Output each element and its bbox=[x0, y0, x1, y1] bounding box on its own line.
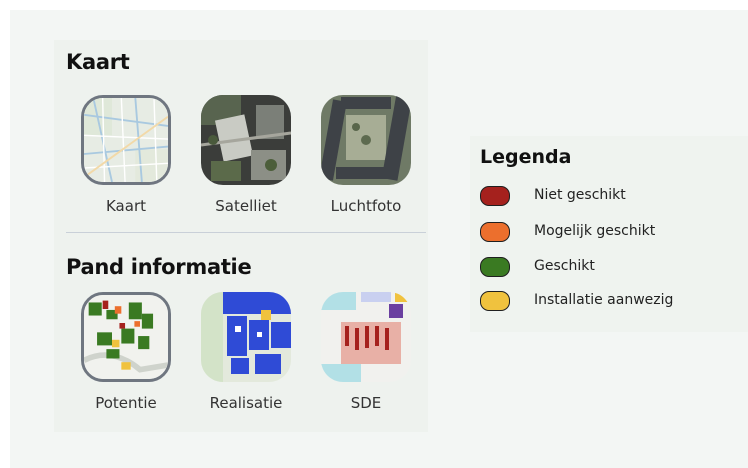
realisation-map-thumbnail bbox=[201, 292, 291, 382]
pand-option-label: Realisatie bbox=[209, 394, 283, 412]
map-option-label: Luchtfoto bbox=[330, 197, 402, 215]
aerial-photo-thumbnail bbox=[321, 95, 411, 185]
pand-informatie-section-title: Pand informatie bbox=[66, 255, 252, 279]
potential-map-thumbnail bbox=[81, 292, 171, 382]
color-swatch bbox=[480, 222, 510, 242]
legend-title: Legenda bbox=[480, 146, 572, 168]
legend-item-label: Mogelijk geschikt bbox=[534, 223, 656, 239]
pand-option-label: Potentie bbox=[95, 394, 157, 412]
pand-option-sde[interactable]: SDE bbox=[321, 292, 411, 412]
map-option-label: Satelliet bbox=[215, 197, 277, 215]
pand-option-potentie[interactable]: Potentie bbox=[81, 292, 171, 412]
map-option-satelliet[interactable]: Satelliet bbox=[201, 95, 291, 215]
map-option-kaart[interactable]: Kaart bbox=[81, 95, 171, 215]
map-option-label: Kaart bbox=[105, 197, 146, 215]
legend-item-label: Installatie aanwezig bbox=[534, 292, 674, 308]
sde-map-thumbnail bbox=[321, 292, 411, 382]
section-divider bbox=[66, 232, 426, 233]
pand-option-label: SDE bbox=[350, 394, 382, 412]
satellite-thumbnail bbox=[201, 95, 291, 185]
legend-item-label: Geschikt bbox=[534, 258, 595, 274]
color-swatch bbox=[480, 291, 510, 311]
pand-option-realisatie[interactable]: Realisatie bbox=[201, 292, 291, 412]
color-swatch bbox=[480, 257, 510, 277]
legend-item-label: Niet geschikt bbox=[534, 187, 626, 203]
map-option-luchtfoto[interactable]: Luchtfoto bbox=[321, 95, 411, 215]
color-swatch bbox=[480, 186, 510, 206]
street-map-thumbnail bbox=[81, 95, 171, 185]
kaart-section-title: Kaart bbox=[66, 50, 130, 74]
